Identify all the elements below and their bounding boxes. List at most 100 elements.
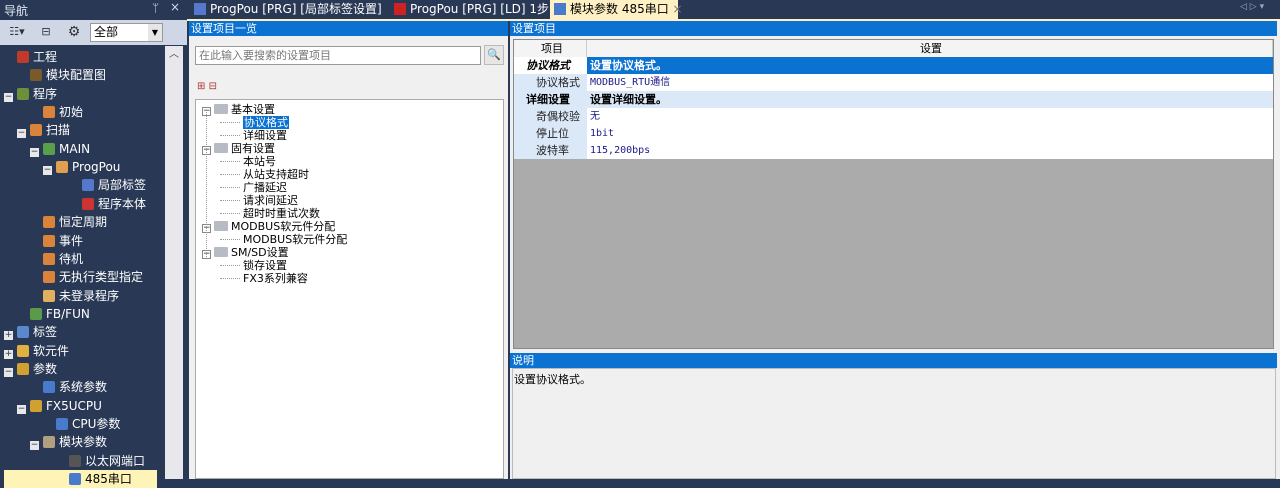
filter-select[interactable]: 全部 ▼ — [90, 23, 163, 42]
item-icon — [30, 124, 42, 137]
search-input[interactable]: 在此输入要搜索的设置项目 — [195, 46, 481, 65]
tree-label: 固有设置 — [231, 142, 275, 155]
settings-tree-item[interactable]: 超时时重试次数 — [243, 207, 320, 220]
tree-label: 广播延迟 — [243, 181, 287, 194]
collapse-icon[interactable]: − — [4, 367, 13, 377]
collapse-icon[interactable]: − — [30, 147, 39, 157]
settings-row[interactable]: 波特率 115,200bps — [514, 142, 1273, 159]
collapse-icon[interactable]: − — [17, 129, 26, 139]
nav-item[interactable]: − MAIN — [30, 140, 90, 158]
settings-tree-item[interactable]: − 固有设置 — [202, 142, 275, 155]
gear-icon[interactable]: ⚙ — [64, 23, 84, 41]
collapse-icon[interactable]: − — [30, 441, 39, 451]
nav-item-label: 参数 — [33, 361, 58, 376]
item-icon — [30, 69, 42, 82]
tree-label: 详细设置 — [243, 129, 287, 142]
settings-tree-item[interactable]: FX3系列兼容 — [243, 272, 308, 285]
nav-item[interactable]: 工程 — [4, 48, 57, 66]
tab-2[interactable]: 模块参数 485串口 × — [550, 0, 683, 19]
expand-all-icon[interactable]: ⊞ — [197, 81, 205, 92]
nav-item[interactable]: 系统参数 — [30, 378, 107, 396]
settings-row[interactable]: 停止位 1bit — [514, 125, 1273, 142]
scroll-up-icon[interactable]: ︿ — [165, 46, 183, 64]
settings-tree-item[interactable]: 广播延迟 — [243, 181, 287, 194]
settings-row[interactable]: 详细设置 设置详细设置。 — [514, 91, 1273, 108]
nav-item[interactable]: 初始 — [30, 103, 83, 121]
nav-item[interactable]: 未登录程序 — [30, 287, 119, 305]
tree-label: 请求间延迟 — [243, 194, 298, 207]
expand-icon[interactable]: + — [4, 331, 13, 341]
nav-item[interactable]: + 标签 — [4, 323, 57, 341]
nav-item[interactable]: 485串口 — [4, 470, 157, 488]
nav-item[interactable]: 恒定周期 — [30, 213, 107, 231]
nav-item[interactable]: 局部标签 — [69, 176, 146, 194]
nav-item[interactable]: − 模块参数 — [30, 433, 107, 451]
settings-tree-item[interactable]: 请求间延迟 — [243, 194, 298, 207]
settings-tree-item[interactable]: − SM/SD设置 — [202, 246, 289, 259]
item-icon — [43, 271, 55, 284]
binoculars-search-icon[interactable]: 🔍 — [484, 45, 504, 65]
tree-connector — [220, 135, 240, 136]
nav-item[interactable]: − 扫描 — [17, 121, 70, 139]
nav-item-label: 标签 — [33, 325, 58, 340]
tree-label: MODBUS软元件分配 — [231, 220, 336, 233]
settings-tree-item[interactable]: 详细设置 — [243, 129, 287, 142]
settings-row[interactable]: 协议格式 MODBUS_RTU通信 — [514, 74, 1273, 91]
tree-label: 协议格式 — [243, 116, 289, 129]
nav-item[interactable]: 事件 — [30, 232, 83, 250]
tab-scroll-icons[interactable]: ◁ ▷ ▾ — [1240, 2, 1264, 12]
collapse-icon[interactable]: − — [17, 404, 26, 414]
row-value[interactable]: 115,200bps — [587, 142, 1273, 159]
settings-tree-item[interactable]: − 基本设置 — [202, 103, 275, 116]
nav-item[interactable]: FB/FUN — [17, 305, 90, 323]
row-value[interactable]: 无 — [587, 108, 1273, 125]
close-nav-button[interactable]: × — [170, 0, 180, 14]
nav-item-label: 软元件 — [33, 343, 70, 358]
settings-tree-item[interactable]: 锁存设置 — [243, 259, 287, 272]
col-setting: 设置 — [587, 40, 1273, 57]
nav-item[interactable]: 无执行类型指定 — [30, 268, 143, 286]
settings-tree-item[interactable]: MODBUS软元件分配 — [243, 233, 347, 246]
settings-row[interactable]: 协议格式 设置协议格式。 — [514, 57, 1273, 74]
row-value[interactable]: 设置详细设置。 — [587, 91, 1273, 108]
tab-1[interactable]: ProgPou [PRG] [LD] 1步 — [390, 0, 550, 19]
tree-connector — [220, 213, 240, 214]
nav-item[interactable]: − FX5UCPU — [17, 397, 102, 415]
row-value[interactable]: 设置协议格式。 — [587, 57, 1273, 74]
nav-item[interactable]: − ProgPou — [43, 158, 120, 176]
tab-icon — [554, 3, 566, 15]
folder-icon — [214, 247, 228, 257]
nav-item[interactable]: 模块配置图 — [17, 66, 106, 84]
collapse-icon[interactable]: − — [43, 166, 52, 176]
settings-tree-item[interactable]: − MODBUS软元件分配 — [202, 220, 335, 233]
nav-item-label: 工程 — [33, 50, 58, 64]
expand-icon[interactable]: + — [4, 349, 13, 359]
nav-item[interactable]: − 参数 — [4, 360, 57, 378]
row-value[interactable]: MODBUS_RTU通信 — [587, 74, 1273, 91]
nav-item[interactable]: 以太网端口 — [56, 452, 145, 470]
nav-item[interactable]: CPU参数 — [43, 415, 120, 433]
nav-item[interactable]: − 程序 — [4, 85, 57, 103]
nav-scrollbar[interactable]: ︿ — [165, 46, 183, 479]
close-tab-icon[interactable]: × — [669, 2, 683, 16]
settings-row[interactable]: 奇偶校验无 — [514, 108, 1273, 125]
collapse-icon[interactable]: − — [4, 92, 13, 102]
row-item: 奇偶校验 — [514, 108, 587, 125]
collapse-icon[interactable]: ⊟ — [36, 23, 56, 41]
tree-view-icon[interactable]: ☷▾ — [4, 23, 30, 41]
grid-header: 项目 设置 — [514, 40, 1273, 57]
pin-icon[interactable]: ᛘ — [152, 1, 159, 15]
tab-0[interactable]: ProgPou [PRG] [局部标签设置] — [190, 0, 385, 19]
collapse-all-icon[interactable]: ⊟ — [209, 81, 217, 92]
settings-tree-item[interactable]: 从站支持超时 — [243, 168, 309, 181]
nav-item[interactable]: + 软元件 — [4, 342, 69, 360]
chevron-down-icon[interactable]: ▼ — [148, 24, 162, 41]
nav-item[interactable]: 待机 — [30, 250, 83, 268]
tree-label: 本站号 — [243, 155, 276, 168]
nav-item[interactable]: 程序本体 — [69, 195, 146, 213]
row-value[interactable]: 1bit — [587, 125, 1273, 142]
nav-item-label: 恒定周期 — [59, 215, 108, 230]
settings-tree-item[interactable]: 本站号 — [243, 155, 276, 168]
tree-connector — [206, 112, 207, 257]
settings-tree-item[interactable]: 协议格式 — [243, 116, 289, 129]
